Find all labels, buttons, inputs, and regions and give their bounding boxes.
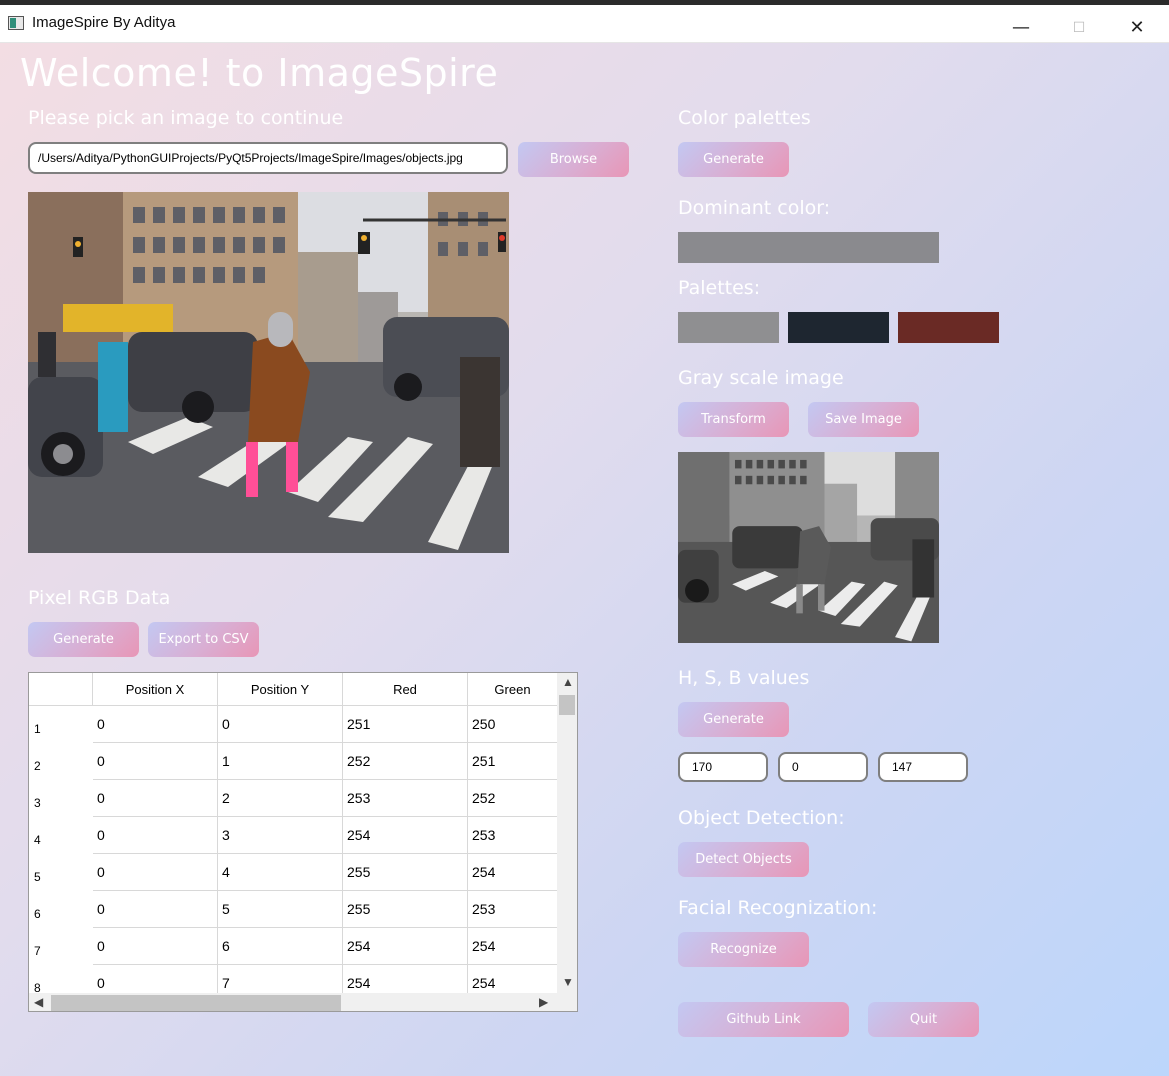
hsb-generate-button[interactable]: Generate — [678, 702, 789, 737]
cell-position-x[interactable]: 0 — [93, 891, 218, 928]
palette-swatch-1 — [678, 312, 779, 343]
pixel-rgb-table[interactable]: Position X Position Y Red Green 1 0 0 25… — [28, 672, 578, 1012]
vertical-scroll-thumb[interactable] — [559, 695, 575, 715]
cell-green[interactable]: 253 — [468, 891, 557, 928]
cell-position-x[interactable]: 0 — [93, 743, 218, 780]
scroll-corner — [557, 993, 577, 1011]
cell-position-x[interactable]: 0 — [93, 706, 218, 743]
pick-image-label: Please pick an image to continue — [28, 107, 344, 129]
color-palettes-title: Color palettes — [678, 107, 811, 129]
row-header: 5 — [34, 870, 41, 884]
quit-button[interactable]: Quit — [868, 1002, 979, 1037]
scroll-down-icon[interactable]: ▼ — [562, 975, 574, 989]
title-bar: ImageSpire By Aditya — ☐ ✕ — [0, 5, 1169, 43]
cell-green[interactable]: 250 — [468, 706, 557, 743]
cell-green[interactable]: 254 — [468, 928, 557, 965]
cell-position-x[interactable]: 0 — [93, 928, 218, 965]
palette-swatch-2 — [788, 312, 889, 343]
cell-position-x[interactable]: 0 — [93, 854, 218, 891]
dominant-color-label: Dominant color: — [678, 197, 831, 219]
grayscale-title: Gray scale image — [678, 367, 844, 389]
dominant-color-swatch — [678, 232, 939, 263]
cell-green[interactable]: 254 — [468, 854, 557, 891]
cell-position-y[interactable]: 4 — [218, 854, 343, 891]
saturation-field[interactable] — [778, 752, 868, 782]
main-window: Welcome! to ImageSpire Please pick an im… — [0, 43, 1169, 1076]
maximize-button[interactable]: ☐ — [1050, 10, 1108, 46]
cell-red[interactable]: 255 — [343, 891, 468, 928]
table-row[interactable]: 6 0 5 255 253 — [29, 891, 557, 928]
table-row[interactable]: 2 0 1 252 251 — [29, 743, 557, 780]
table-row[interactable]: 5 0 4 255 254 — [29, 854, 557, 891]
window-title: ImageSpire By Aditya — [32, 14, 176, 31]
table-header: Position X Position Y Red Green — [29, 673, 557, 706]
column-header-position-y[interactable]: Position Y — [218, 673, 343, 706]
column-header-green[interactable]: Green — [468, 673, 557, 706]
palettes-label: Palettes: — [678, 277, 761, 299]
save-image-button[interactable]: Save Image — [808, 402, 919, 437]
corner-header — [29, 673, 93, 706]
table-row[interactable]: 4 0 3 254 253 — [29, 817, 557, 854]
cell-red[interactable]: 251 — [343, 706, 468, 743]
hsb-title: H, S, B values — [678, 667, 810, 689]
cell-position-y[interactable]: 3 — [218, 817, 343, 854]
cell-red[interactable]: 254 — [343, 817, 468, 854]
street-scene-image — [28, 192, 509, 553]
transform-button[interactable]: Transform — [678, 402, 789, 437]
cell-position-y[interactable]: 2 — [218, 780, 343, 817]
cell-position-x[interactable]: 0 — [93, 780, 218, 817]
palette-generate-button[interactable]: Generate — [678, 142, 789, 177]
cell-green[interactable]: 251 — [468, 743, 557, 780]
hue-field[interactable] — [678, 752, 768, 782]
pixel-generate-button[interactable]: Generate — [28, 622, 139, 657]
facial-recognition-title: Facial Recognization: — [678, 897, 878, 919]
export-csv-button[interactable]: Export to CSV — [148, 622, 259, 657]
horizontal-scrollbar[interactable]: ◀ ▶ — [29, 993, 577, 1011]
github-link-button[interactable]: Github Link — [678, 1002, 849, 1037]
object-detection-title: Object Detection: — [678, 807, 845, 829]
cell-red[interactable]: 253 — [343, 780, 468, 817]
cell-red[interactable]: 252 — [343, 743, 468, 780]
row-header: 7 — [34, 944, 41, 958]
row-header: 2 — [34, 759, 41, 773]
scroll-right-icon[interactable]: ▶ — [539, 995, 548, 1009]
original-image — [28, 192, 509, 553]
cell-red[interactable]: 254 — [343, 928, 468, 965]
grayscale-street-image — [678, 452, 939, 643]
welcome-title: Welcome! to ImageSpire — [20, 51, 499, 95]
row-header: 3 — [34, 796, 41, 810]
app-icon — [8, 16, 24, 30]
column-header-position-x[interactable]: Position X — [93, 673, 218, 706]
scroll-up-icon[interactable]: ▲ — [562, 675, 574, 689]
cell-green[interactable]: 253 — [468, 817, 557, 854]
cell-position-x[interactable]: 0 — [93, 817, 218, 854]
pixel-rgb-title: Pixel RGB Data — [28, 587, 171, 609]
vertical-scrollbar[interactable]: ▲ ▼ — [557, 673, 577, 993]
cell-position-y[interactable]: 0 — [218, 706, 343, 743]
brightness-field[interactable] — [878, 752, 968, 782]
file-path-input[interactable] — [28, 142, 508, 174]
cell-position-y[interactable]: 5 — [218, 891, 343, 928]
cell-green[interactable]: 252 — [468, 780, 557, 817]
table-row[interactable]: 1 0 0 251 250 — [29, 706, 557, 743]
recognize-button[interactable]: Recognize — [678, 932, 809, 967]
horizontal-scroll-thumb[interactable] — [51, 995, 341, 1011]
row-header: 4 — [34, 833, 41, 847]
detect-objects-button[interactable]: Detect Objects — [678, 842, 809, 877]
cell-red[interactable]: 255 — [343, 854, 468, 891]
grayscale-image — [678, 452, 939, 643]
browse-button[interactable]: Browse — [518, 142, 629, 177]
close-button[interactable]: ✕ — [1108, 10, 1166, 46]
scroll-left-icon[interactable]: ◀ — [34, 995, 43, 1009]
table-row[interactable]: 3 0 2 253 252 — [29, 780, 557, 817]
minimize-button[interactable]: — — [992, 10, 1050, 46]
cell-position-y[interactable]: 6 — [218, 928, 343, 965]
row-header: 6 — [34, 907, 41, 921]
column-header-red[interactable]: Red — [343, 673, 468, 706]
palette-swatch-3 — [898, 312, 999, 343]
cell-position-y[interactable]: 1 — [218, 743, 343, 780]
row-header: 1 — [34, 722, 41, 736]
table-row[interactable]: 7 0 6 254 254 — [29, 928, 557, 965]
